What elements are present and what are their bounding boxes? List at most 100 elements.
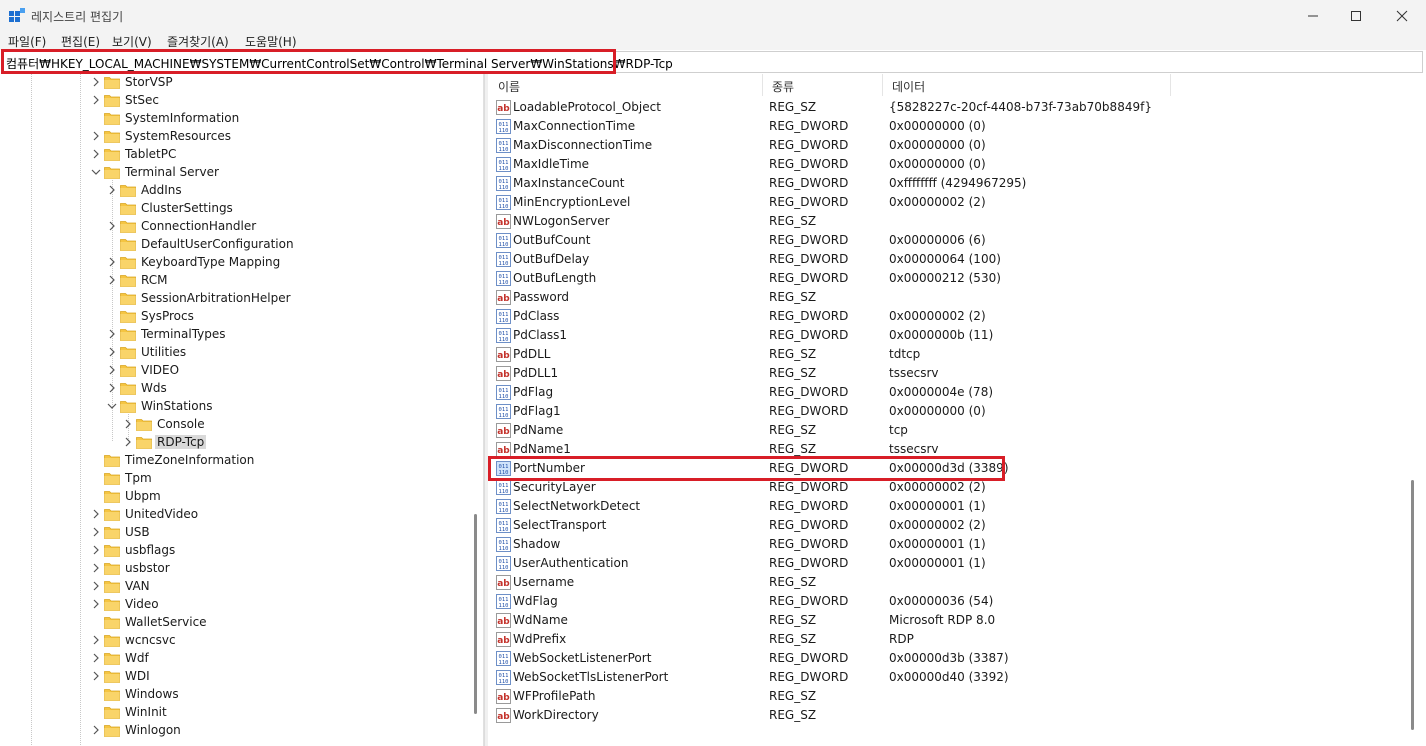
values-list[interactable]: 이름 종류 데이터 ab LoadableProtocol_Object REG_S…: [489, 74, 1423, 746]
value-row[interactable]: ab WdName REG_SZ Microsoft RDP 8.0: [489, 611, 1423, 630]
value-row[interactable]: ab WorkDirectory REG_SZ: [489, 706, 1423, 725]
value-row[interactable]: 011 110 WebSocketListenerPort REG_DWORD 0x00…: [489, 649, 1423, 668]
minimize-button[interactable]: [1290, 0, 1336, 31]
tree-item[interactable]: usbflags: [90, 541, 175, 559]
key-tree[interactable]: StorVSP StSec SystemInformation SystemResou…: [2, 74, 484, 746]
menu-view[interactable]: 보기(V): [112, 33, 152, 50]
tree-item[interactable]: RCM: [106, 271, 167, 289]
value-row[interactable]: 011 110 MaxInstanceCount REG_DWORD 0xfffffff…: [489, 174, 1423, 193]
tree-item[interactable]: ConnectionHandler: [106, 217, 256, 235]
tree-item[interactable]: StSec: [90, 91, 159, 109]
tree-item[interactable]: UnitedVideo: [90, 505, 198, 523]
chevron-right-icon[interactable]: [122, 418, 134, 430]
value-row[interactable]: 011 110 OutBufCount REG_DWORD 0x00000006 (6): [489, 231, 1423, 250]
chevron-down-icon[interactable]: [106, 400, 118, 412]
value-row[interactable]: 011 110 PdClass REG_DWORD 0x00000002 (2): [489, 307, 1423, 326]
value-row[interactable]: 011 110 MaxIdleTime REG_DWORD 0x00000000 (0): [489, 155, 1423, 174]
tree-item[interactable]: VIDEO: [106, 361, 179, 379]
tree-item[interactable]: WinStations: [106, 397, 212, 415]
tree-item[interactable]: Windows: [90, 685, 179, 703]
tree-item[interactable]: WalletService: [90, 613, 207, 631]
tree-item[interactable]: KeyboardType Mapping: [106, 253, 280, 271]
tree-item[interactable]: VAN: [90, 577, 150, 595]
tree-item[interactable]: Utilities: [106, 343, 186, 361]
tree-item[interactable]: SystemInformation: [90, 109, 239, 127]
tree-item[interactable]: WDI: [90, 667, 150, 685]
tree-item[interactable]: wcncsvc: [90, 631, 176, 649]
value-row[interactable]: ab LoadableProtocol_Object REG_SZ {5828227c…: [489, 98, 1423, 117]
tree-item[interactable]: SysProcs: [106, 307, 194, 325]
values-scrollbar[interactable]: [1411, 480, 1414, 730]
chevron-right-icon[interactable]: [90, 76, 102, 88]
tree-item[interactable]: Winlogon: [90, 721, 181, 739]
chevron-right-icon[interactable]: [90, 508, 102, 520]
chevron-right-icon[interactable]: [106, 364, 118, 376]
tree-item[interactable]: usbstor: [90, 559, 170, 577]
chevron-right-icon[interactable]: [106, 382, 118, 394]
tree-item[interactable]: StorVSP: [90, 74, 173, 91]
value-row[interactable]: 011 110 OutBufDelay REG_DWORD 0x00000064 (10…: [489, 250, 1423, 269]
tree-item[interactable]: TerminalTypes: [106, 325, 226, 343]
close-button[interactable]: [1379, 0, 1425, 31]
tree-item[interactable]: SessionArbitrationHelper: [106, 289, 291, 307]
tree-item[interactable]: Wds: [106, 379, 167, 397]
tree-item[interactable]: Video: [90, 595, 159, 613]
tree-item[interactable]: Terminal Server: [90, 163, 219, 181]
pane-splitter[interactable]: [484, 74, 488, 746]
column-header-name[interactable]: 이름: [489, 74, 763, 96]
chevron-right-icon[interactable]: [106, 220, 118, 232]
value-row[interactable]: 011 110 MinEncryptionLevel REG_DWORD 0x00000…: [489, 193, 1423, 212]
tree-item[interactable]: WinInit: [90, 703, 167, 721]
tree-item[interactable]: Tpm: [90, 469, 152, 487]
value-row[interactable]: 011 110 MaxConnectionTime REG_DWORD 0x000000…: [489, 117, 1423, 136]
tree-scrollbar[interactable]: [474, 514, 477, 714]
tree-item[interactable]: RDP-Tcp: [122, 433, 207, 451]
column-header-data[interactable]: 데이터: [883, 74, 1171, 96]
value-row[interactable]: 011 110 PdClass1 REG_DWORD 0x0000000b (11): [489, 326, 1423, 345]
value-row[interactable]: 011 110 UserAuthentication REG_DWORD 0x00000…: [489, 554, 1423, 573]
tree-item[interactable]: AddIns: [106, 181, 182, 199]
value-row[interactable]: ab WFProfilePath REG_SZ: [489, 687, 1423, 706]
value-row[interactable]: ab WdPrefix REG_SZ RDP: [489, 630, 1423, 649]
maximize-button[interactable]: [1333, 0, 1379, 31]
chevron-right-icon[interactable]: [90, 652, 102, 664]
tree-item[interactable]: Ubpm: [90, 487, 161, 505]
tree-item[interactable]: TimeZoneInformation: [90, 451, 254, 469]
chevron-right-icon[interactable]: [90, 634, 102, 646]
chevron-down-icon[interactable]: [90, 166, 102, 178]
chevron-right-icon[interactable]: [106, 346, 118, 358]
chevron-right-icon[interactable]: [90, 130, 102, 142]
tree-item[interactable]: Console: [122, 415, 205, 433]
menu-favorites[interactable]: 즐겨찾기(A): [167, 33, 229, 50]
chevron-right-icon[interactable]: [90, 526, 102, 538]
tree-item[interactable]: USB: [90, 523, 150, 541]
chevron-right-icon[interactable]: [90, 724, 102, 736]
menu-help[interactable]: 도움말(H): [245, 33, 297, 50]
column-header-type[interactable]: 종류: [763, 74, 883, 96]
value-row[interactable]: 011 110 MaxDisconnectionTime REG_DWORD 0x000…: [489, 136, 1423, 155]
chevron-right-icon[interactable]: [90, 562, 102, 574]
chevron-right-icon[interactable]: [90, 598, 102, 610]
chevron-right-icon[interactable]: [90, 544, 102, 556]
value-row[interactable]: 011 110 PdFlag1 REG_DWORD 0x00000000 (0): [489, 402, 1423, 421]
chevron-right-icon[interactable]: [90, 94, 102, 106]
value-row[interactable]: ab PdName REG_SZ tcp: [489, 421, 1423, 440]
chevron-right-icon[interactable]: [106, 184, 118, 196]
chevron-right-icon[interactable]: [90, 670, 102, 682]
value-row[interactable]: ab PdDLL REG_SZ tdtcp: [489, 345, 1423, 364]
value-row[interactable]: ab Username REG_SZ: [489, 573, 1423, 592]
menu-edit[interactable]: 편집(E): [61, 33, 100, 50]
tree-item[interactable]: TabletPC: [90, 145, 176, 163]
value-row[interactable]: 011 110 SelectNetworkDetect REG_DWORD 0x0000…: [489, 497, 1423, 516]
tree-item[interactable]: DefaultUserConfiguration: [106, 235, 294, 253]
value-row[interactable]: 011 110 SelectTransport REG_DWORD 0x00000002…: [489, 516, 1423, 535]
value-row[interactable]: 011 110 WdFlag REG_DWORD 0x00000036 (54): [489, 592, 1423, 611]
value-row[interactable]: 011 110 OutBufLength REG_DWORD 0x00000212 (5…: [489, 269, 1423, 288]
value-row[interactable]: ab Password REG_SZ: [489, 288, 1423, 307]
chevron-right-icon[interactable]: [106, 274, 118, 286]
tree-item[interactable]: Wdf: [90, 649, 149, 667]
chevron-right-icon[interactable]: [90, 148, 102, 160]
value-row[interactable]: 011 110 WebSocketTlsListenerPort REG_DWORD 0…: [489, 668, 1423, 687]
menu-file[interactable]: 파일(F): [8, 33, 46, 50]
value-row[interactable]: 011 110 Shadow REG_DWORD 0x00000001 (1): [489, 535, 1423, 554]
